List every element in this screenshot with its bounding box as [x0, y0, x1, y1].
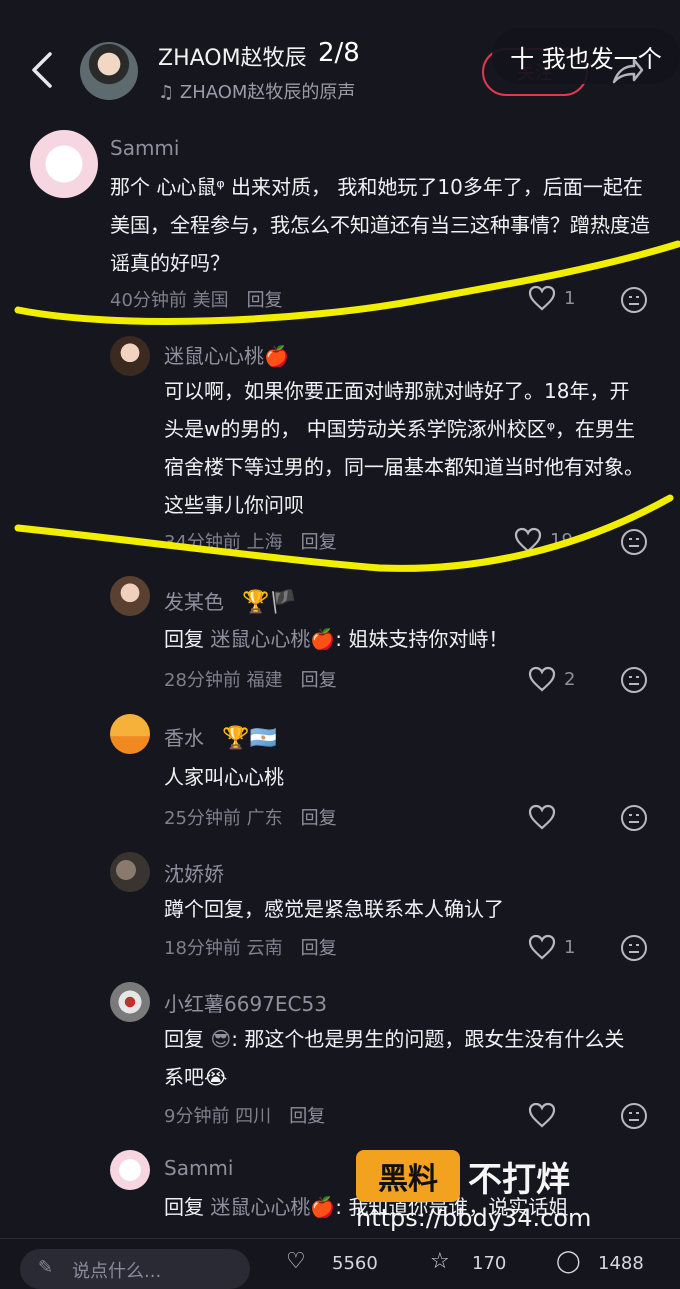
- comment-total: 1488: [598, 1253, 644, 1274]
- comment-text: 可以啊，如果你要正面对峙那就对峙好了。18年，开头是w的男的， 中国劳动关系学院…: [164, 379, 644, 517]
- heart-icon: [528, 934, 556, 960]
- reply-prefix: 回复: [164, 1027, 204, 1051]
- comment-input[interactable]: ✎ 说点什么...: [20, 1249, 250, 1289]
- comment-username[interactable]: 发某色 🏆🏴: [164, 586, 297, 615]
- comment-text: 人家叫心心桃: [164, 765, 284, 789]
- comment-meta: 28分钟前 福建 回复: [164, 666, 337, 692]
- comment-time: 25分钟前 广东: [164, 808, 283, 829]
- comment-time: 28分钟前 福建: [164, 670, 283, 691]
- like-count: 1: [564, 936, 576, 958]
- emoji-reply-icon[interactable]: [620, 804, 648, 832]
- reply-button[interactable]: 回复: [301, 938, 337, 959]
- comment-text: 回复 😎: 那这个也是男生的问题，跟女生没有什么关系吧😭: [164, 1020, 644, 1096]
- emoji-reply-icon[interactable]: [620, 934, 648, 962]
- comment-avatar[interactable]: [110, 576, 150, 616]
- music-note-icon: ♫: [158, 82, 180, 103]
- comment-text: 回复 迷鼠心心桃🍎: 姐妹支持你对峙！: [164, 620, 644, 658]
- comment-username[interactable]: Sammi: [110, 136, 179, 160]
- comment-username[interactable]: 小红薯6697EC53: [164, 988, 327, 1017]
- comment-username[interactable]: Sammi: [164, 1156, 233, 1180]
- comment-text: 那个 心心鼠ᵠ 出来对质， 我和她玩了10多年了，后面一起在美国，全程参与，我怎…: [110, 175, 650, 275]
- author-name[interactable]: ZHAOM赵牧辰: [158, 40, 307, 72]
- username-text: 发某色: [164, 590, 224, 614]
- reply-body: : 姐妹支持你对峙！: [335, 627, 509, 651]
- reply-button[interactable]: 回复: [247, 290, 283, 311]
- like-button[interactable]: 2: [528, 666, 575, 692]
- mention[interactable]: 迷鼠心心桃🍎: [210, 627, 335, 651]
- author-avatar[interactable]: [80, 42, 138, 100]
- collect-icon[interactable]: ☆: [430, 1249, 450, 1274]
- emoji-reply-icon[interactable]: [620, 666, 648, 694]
- like-total-icon[interactable]: ♡: [286, 1249, 306, 1274]
- comment-avatar[interactable]: [110, 982, 150, 1022]
- like-button[interactable]: 1: [528, 285, 575, 311]
- reply-prefix: 回复: [164, 1195, 204, 1219]
- like-button[interactable]: 1: [528, 934, 575, 960]
- like-count: 19: [550, 529, 573, 551]
- comment-icon[interactable]: ◯: [556, 1249, 581, 1274]
- reply-button[interactable]: 回复: [289, 1106, 325, 1127]
- comment-meta: 9分钟前 四川 回复: [164, 1102, 325, 1128]
- pencil-icon: ✎: [38, 1257, 54, 1278]
- mention[interactable]: 😎: [210, 1027, 231, 1051]
- watermark: 黑料 不打烊 https://bbdy34.com: [356, 1150, 676, 1235]
- top-bar: ZHAOM赵牧辰 ♫ ZHAOM赵牧辰的原声 2/8 关注 十 我也发一个: [0, 0, 680, 115]
- collect-total: 170: [472, 1253, 507, 1274]
- mention[interactable]: 迷鼠心心桃🍎: [210, 1195, 335, 1219]
- sound-label[interactable]: ♫ ZHAOM赵牧辰的原声: [158, 78, 355, 104]
- comment-time: 18分钟前 云南: [164, 938, 283, 959]
- reply-button[interactable]: 回复: [301, 532, 337, 553]
- back-arrow-icon[interactable]: [28, 48, 56, 92]
- username-text: 香水: [164, 726, 204, 750]
- like-count: 2: [564, 668, 576, 690]
- reply-button[interactable]: 回复: [301, 808, 337, 829]
- comment-avatar[interactable]: [110, 1150, 150, 1190]
- comment-username[interactable]: 沈娇娇: [164, 858, 224, 887]
- comment-time: 34分钟前 上海: [164, 532, 283, 553]
- emoji-reply-icon[interactable]: [620, 1102, 648, 1130]
- like-button[interactable]: [528, 804, 556, 830]
- reply-prefix: 回复: [164, 627, 204, 651]
- comment-username[interactable]: 香水 🏆🇦🇷: [164, 722, 277, 751]
- heart-icon: [528, 666, 556, 692]
- comment-avatar[interactable]: [30, 130, 98, 198]
- heart-icon: [514, 527, 542, 553]
- heart-icon: [528, 285, 556, 311]
- comment-meta: 34分钟前 上海 回复: [164, 528, 337, 554]
- sound-name: ZHAOM赵牧辰的原声: [179, 82, 356, 103]
- input-placeholder: 说点什么...: [72, 1261, 162, 1282]
- like-button[interactable]: 19: [514, 527, 573, 553]
- emoji-reply-icon[interactable]: [620, 286, 648, 314]
- emoji-reply-icon[interactable]: [620, 528, 648, 556]
- page-counter: 2/8: [318, 38, 360, 68]
- share-icon[interactable]: [608, 52, 646, 90]
- comment-avatar[interactable]: [110, 336, 150, 376]
- comment-meta: 18分钟前 云南 回复: [164, 934, 337, 960]
- post-button[interactable]: 十 我也发一个: [492, 28, 680, 84]
- heart-icon: [528, 804, 556, 830]
- like-button[interactable]: [528, 1102, 556, 1128]
- comment-time: 9分钟前 四川: [164, 1106, 272, 1127]
- fan-badge: 🏆🏴: [242, 590, 298, 615]
- comment-meta: 40分钟前 美国 回复: [110, 286, 283, 312]
- comment-meta: 25分钟前 广东 回复: [164, 804, 337, 830]
- bottom-bar: ✎ 说点什么... ♡ 5560 ☆ 170 ◯ 1488: [0, 1238, 680, 1289]
- reply-body: : 那这个也是男生的问题，跟女生没有什么关系吧😭: [164, 1027, 625, 1089]
- like-total: 5560: [332, 1253, 378, 1274]
- like-count: 1: [564, 287, 576, 309]
- reply-button[interactable]: 回复: [301, 670, 337, 691]
- heart-icon: [528, 1102, 556, 1128]
- comment-time: 40分钟前 美国: [110, 290, 229, 311]
- watermark-text: 不打烊: [468, 1160, 570, 1200]
- watermark-url: https://bbdy34.com: [356, 1204, 592, 1232]
- comment-avatar[interactable]: [110, 714, 150, 754]
- comment-text: 蹲个回复，感觉是紧急联系本人确认了: [164, 897, 504, 921]
- comment-avatar[interactable]: [110, 852, 150, 892]
- fan-badge: 🏆🇦🇷: [222, 726, 278, 751]
- comment-username[interactable]: 迷鼠心心桃🍎: [164, 340, 289, 369]
- watermark-badge: 黑料: [356, 1150, 460, 1202]
